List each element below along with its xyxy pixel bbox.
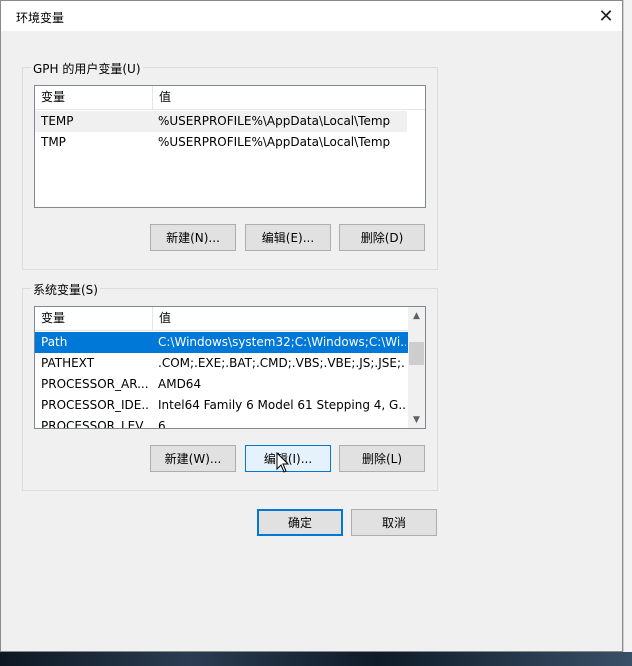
- variable-name: TMP: [41, 135, 66, 149]
- column-header-variable[interactable]: 变量: [35, 307, 152, 330]
- system-delete-button[interactable]: 删除(L): [339, 445, 425, 472]
- variable-value: C:\Windows\system32;C:\Windows;C:\Wi...: [158, 335, 406, 349]
- ok-button[interactable]: 确定: [257, 509, 343, 536]
- user-edit-button[interactable]: 编辑(E)...: [245, 224, 331, 251]
- title-bar: 环境变量 ✕: [1, 1, 622, 31]
- scrollbar-thumb[interactable]: [409, 342, 424, 365]
- user-delete-button[interactable]: 删除(D): [339, 224, 425, 251]
- table-row-selected[interactable]: Path C:\Windows\system32;C:\Windows;C:\W…: [35, 332, 408, 353]
- environment-variables-dialog: 环境变量 ✕ GPH 的用户变量(U) 变量 值 TEMP %USERPROFI…: [0, 0, 623, 652]
- table-row[interactable]: PATHEXT .COM;.EXE;.BAT;.CMD;.VBS;.VBE;.J…: [35, 353, 408, 374]
- variable-value: %USERPROFILE%\AppData\Local\Temp: [158, 114, 391, 128]
- variable-value: 6: [158, 419, 166, 429]
- mouse-cursor-icon: [276, 452, 290, 473]
- column-header-value[interactable]: 值: [152, 86, 407, 109]
- system-variables-legend: 系统变量(S): [31, 281, 100, 298]
- variable-name: PROCESSOR_LEV...: [41, 419, 149, 429]
- variable-name: Path: [41, 335, 68, 349]
- background-window-edge: [623, 0, 632, 666]
- column-header-value[interactable]: 值: [152, 307, 408, 330]
- scroll-down-icon[interactable]: ▼: [408, 411, 425, 428]
- variable-value: .COM;.EXE;.BAT;.CMD;.VBS;.VBE;.JS;.JSE;.…: [158, 356, 406, 370]
- dialog-title: 环境变量: [16, 11, 65, 25]
- variable-value: Intel64 Family 6 Model 61 Stepping 4, G.…: [158, 398, 406, 412]
- variable-name: PROCESSOR_IDE...: [41, 398, 149, 412]
- variable-value: %USERPROFILE%\AppData\Local\Temp: [158, 135, 391, 149]
- user-variables-list[interactable]: 变量 值 TEMP %USERPROFILE%\AppData\Local\Te…: [34, 85, 426, 208]
- list-header: 变量 值: [35, 86, 425, 110]
- variable-name: TEMP: [41, 114, 74, 128]
- cancel-button[interactable]: 取消: [351, 509, 437, 536]
- system-variables-list[interactable]: 变量 值 Path C:\Windows\system32;C:\Windows…: [34, 306, 426, 429]
- system-new-button[interactable]: 新建(W)...: [150, 445, 236, 472]
- table-row[interactable]: PROCESSOR_IDE... Intel64 Family 6 Model …: [35, 395, 408, 416]
- close-icon[interactable]: ✕: [594, 4, 618, 28]
- table-row[interactable]: TMP %USERPROFILE%\AppData\Local\Temp: [35, 132, 407, 153]
- variable-value: AMD64: [158, 377, 202, 391]
- desktop-wallpaper-strip: [0, 652, 632, 666]
- user-new-button[interactable]: 新建(N)...: [150, 224, 236, 251]
- table-row[interactable]: PROCESSOR_LEV... 6: [35, 416, 408, 429]
- variable-name: PROCESSOR_AR...: [41, 377, 149, 391]
- column-header-variable[interactable]: 变量: [35, 86, 152, 109]
- variable-name: PATHEXT: [41, 356, 95, 370]
- vertical-scrollbar[interactable]: ▲ ▼: [408, 307, 425, 428]
- table-row[interactable]: TEMP %USERPROFILE%\AppData\Local\Temp: [35, 111, 407, 132]
- scroll-up-icon[interactable]: ▲: [408, 307, 425, 324]
- list-header: 变量 值: [35, 307, 408, 331]
- table-row[interactable]: PROCESSOR_AR... AMD64: [35, 374, 408, 395]
- user-variables-legend: GPH 的用户变量(U): [31, 60, 143, 77]
